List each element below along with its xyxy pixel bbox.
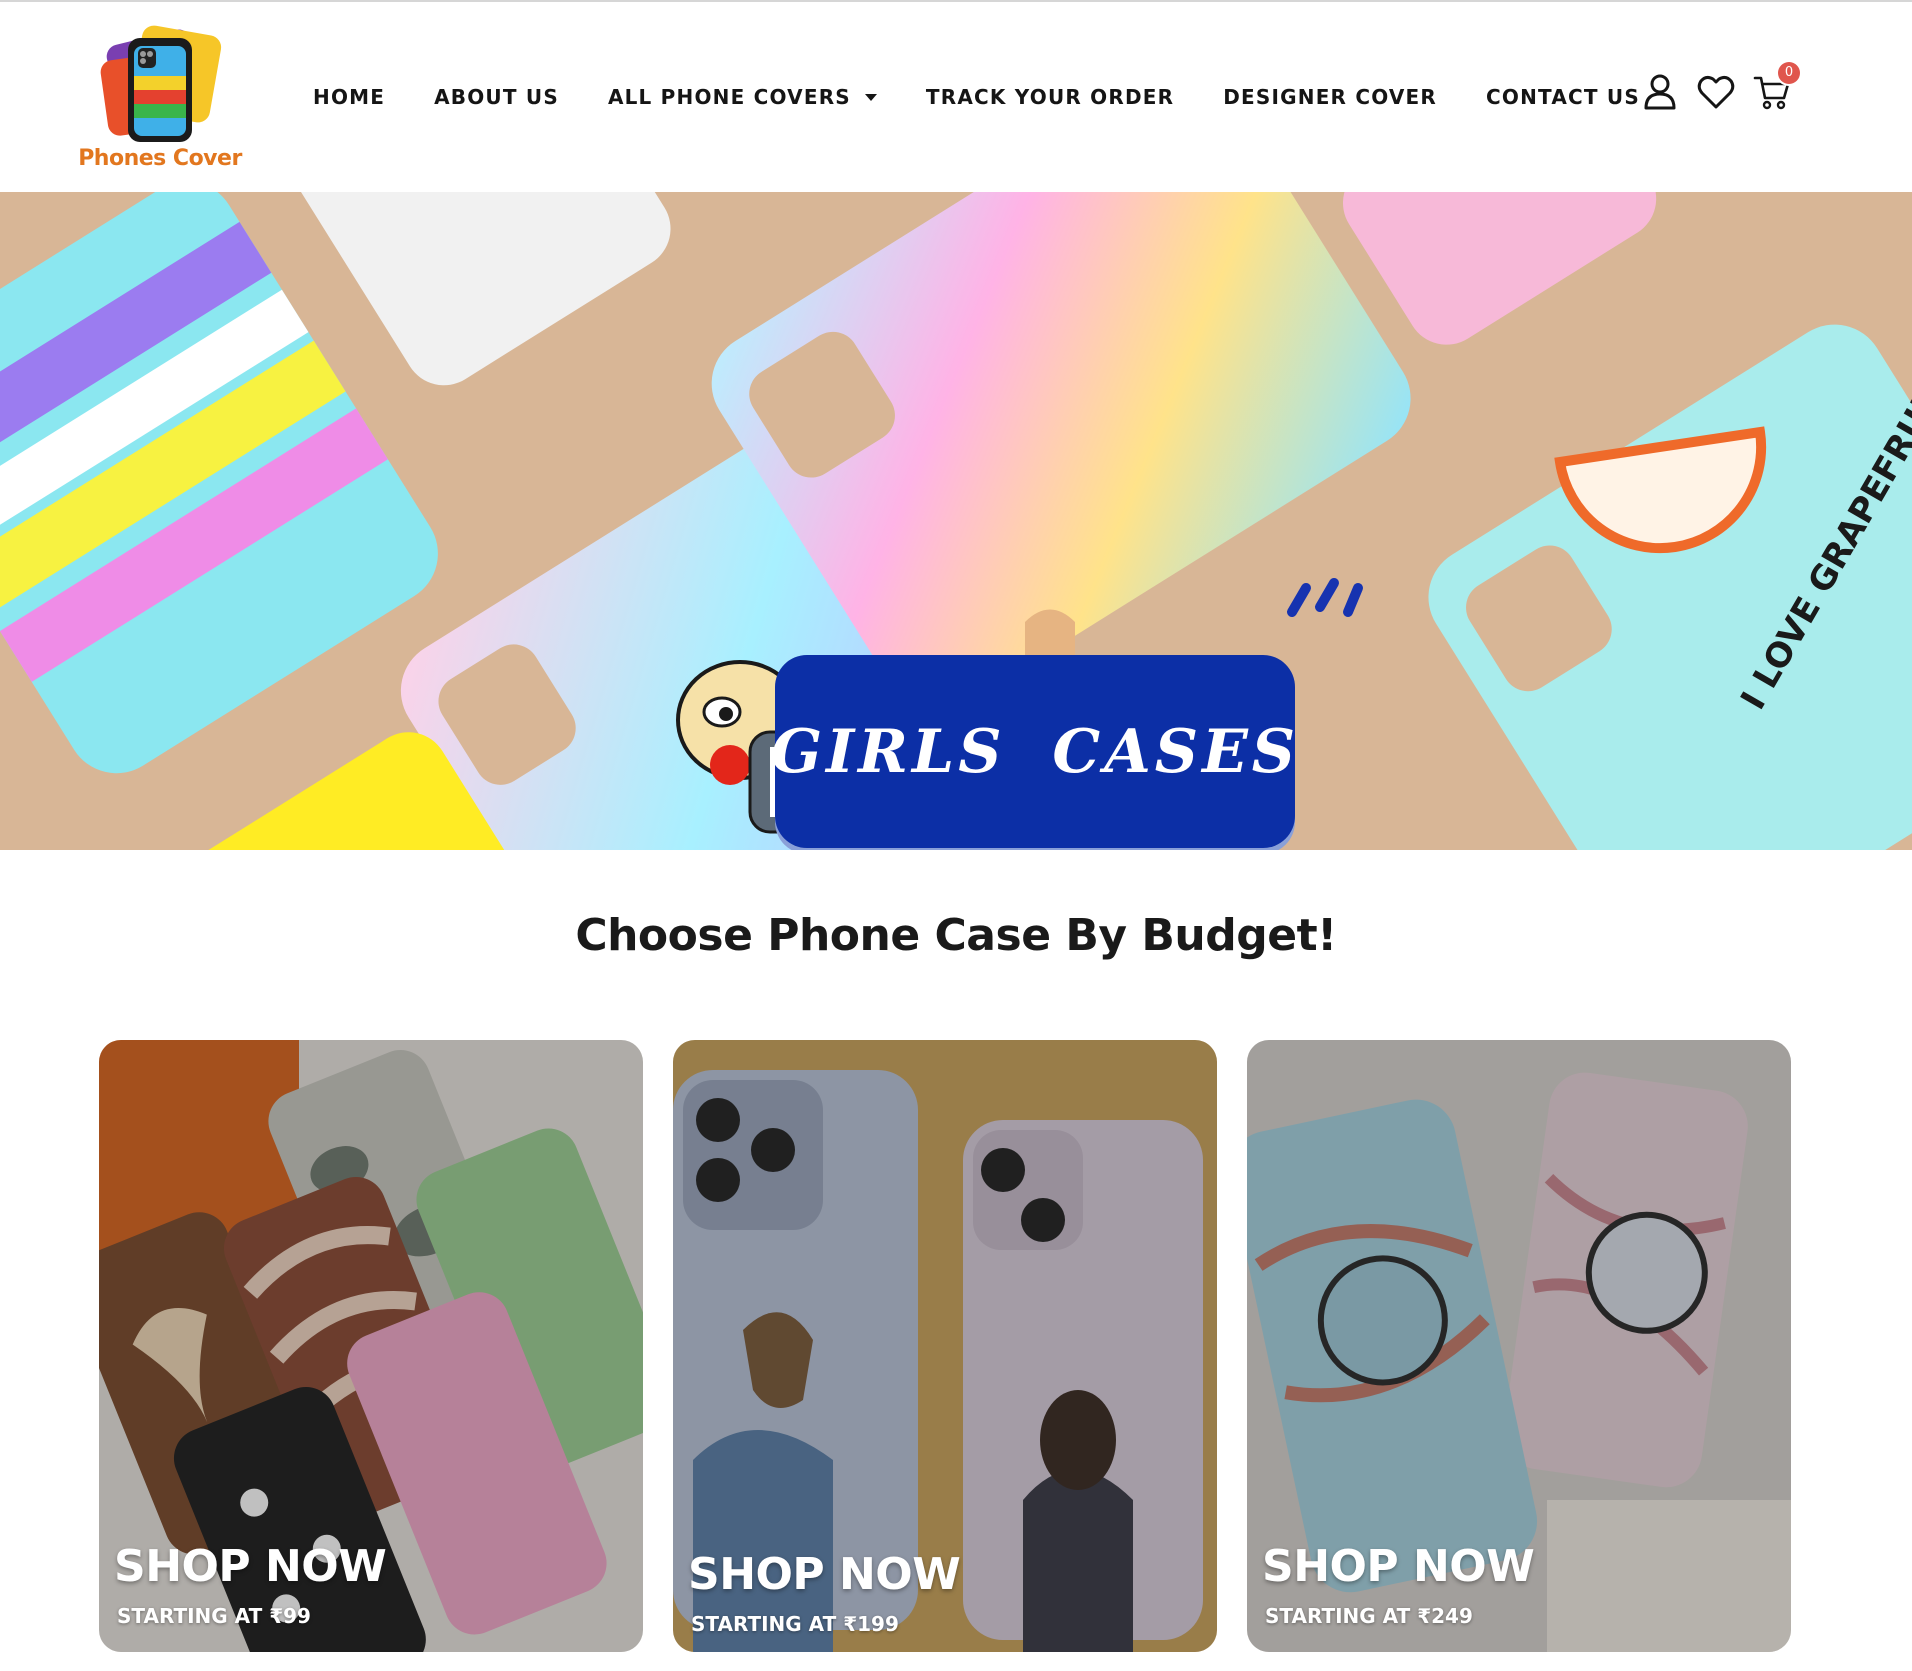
cart-button[interactable]: 0 — [1752, 62, 1800, 112]
site-header: Phones Cover HOME ABOUT US ALL PHONE COV… — [0, 2, 1912, 192]
starting-price-label: STARTING AT ₹199 — [691, 1612, 899, 1636]
nav-about-us[interactable]: ABOUT US — [434, 85, 559, 109]
header-icons: 0 — [1640, 62, 1808, 112]
nav-about-label: ABOUT US — [434, 85, 559, 109]
main-nav: HOME ABOUT US ALL PHONE COVERS TRACK YOU… — [313, 82, 1689, 112]
section-title: Choose Phone Case By Budget! — [575, 910, 1337, 961]
starting-price-label: STARTING AT ₹249 — [1265, 1604, 1473, 1628]
shop-now-label: SHOP NOW — [688, 1549, 961, 1600]
hero-slider[interactable]: I LOVE GRAPEFRUIT GIRLS CASES — [0, 192, 1912, 850]
nav-all-covers-label: ALL PHONE COVERS — [607, 85, 851, 109]
shop-now-label: SHOP NOW — [1262, 1541, 1535, 1592]
budget-card-249[interactable]: SHOP NOW STARTING AT ₹249 — [1247, 1040, 1791, 1652]
nav-all-phone-covers[interactable]: ALL PHONE COVERS — [608, 85, 877, 109]
starting-price-label: STARTING AT ₹99 — [117, 1604, 311, 1628]
nav-designer-label: DESIGNER COVER — [1223, 85, 1438, 109]
nav-track-order[interactable]: TRACK YOUR ORDER — [926, 85, 1174, 109]
brand-name: Phones Cover — [78, 146, 242, 171]
nav-track-label: TRACK YOUR ORDER — [925, 85, 1175, 109]
account-button[interactable] — [1640, 72, 1680, 112]
hero-banner[interactable]: GIRLS CASES — [771, 655, 1295, 848]
heart-icon — [1697, 75, 1735, 109]
wishlist-button[interactable] — [1696, 72, 1736, 112]
shop-now-label: SHOP NOW — [114, 1541, 387, 1592]
budget-card-199[interactable]: SHOP NOW STARTING AT ₹199 — [673, 1040, 1217, 1652]
nav-designer-cover[interactable]: DESIGNER COVER — [1223, 85, 1437, 109]
user-icon — [1644, 74, 1676, 110]
cart-count-badge: 0 — [1778, 62, 1800, 84]
nav-home[interactable]: HOME — [313, 85, 385, 109]
nav-contact-label: CONTACT US — [1486, 85, 1640, 109]
phone-logo-icon — [100, 25, 222, 142]
hero-banner-text: GIRLS CASES — [770, 716, 1300, 787]
chevron-down-icon — [864, 93, 877, 101]
site-logo[interactable]: Phones Cover — [70, 16, 250, 186]
nav-home-label: HOME — [313, 85, 386, 109]
budget-card-99[interactable]: SHOP NOW STARTING AT ₹99 — [99, 1040, 643, 1652]
nav-contact-us[interactable]: CONTACT US — [1486, 85, 1640, 109]
